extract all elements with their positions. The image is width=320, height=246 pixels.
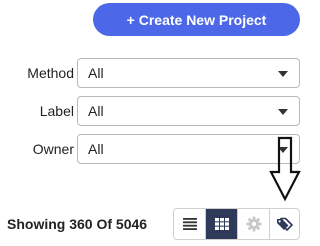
- list-view-button[interactable]: [174, 209, 206, 239]
- label-label: Label: [39, 103, 74, 119]
- grid-icon: [214, 218, 229, 230]
- owner-label: Owner: [32, 141, 74, 157]
- view-toggle-group: [173, 208, 300, 240]
- arrow-down-icon: [269, 136, 301, 202]
- method-label: Method: [27, 65, 74, 81]
- method-select-value: All: [88, 65, 104, 81]
- chevron-down-icon: [278, 71, 288, 77]
- list-icon: [182, 218, 197, 230]
- chevron-down-icon: [278, 109, 288, 115]
- gear-icon: [246, 216, 261, 232]
- method-select[interactable]: All: [77, 58, 300, 88]
- owner-select[interactable]: All: [77, 134, 300, 164]
- results-count: Showing 360 Of 5046: [7, 216, 148, 232]
- page: + Create New Project Method All Label Al…: [0, 0, 306, 246]
- tags-button[interactable]: [270, 209, 299, 239]
- label-select[interactable]: All: [77, 96, 300, 126]
- tags-icon: [277, 217, 293, 231]
- settings-button[interactable]: [238, 209, 270, 239]
- owner-select-value: All: [88, 141, 104, 157]
- create-new-project-button[interactable]: + Create New Project: [93, 3, 300, 36]
- label-select-value: All: [88, 103, 104, 119]
- grid-view-button[interactable]: [206, 209, 238, 239]
